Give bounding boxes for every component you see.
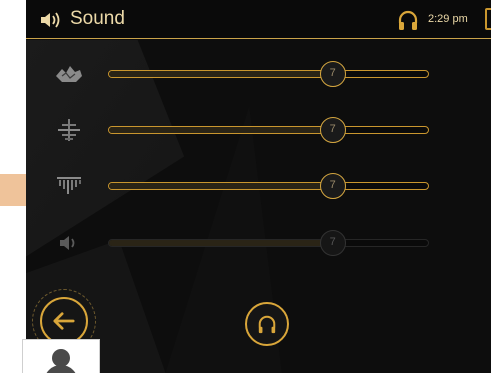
bass-slider-row: 7 [26,54,491,94]
background-page-strip [0,174,26,206]
page-title: Sound [70,8,125,29]
volume-slider-row: 7 [26,223,491,263]
slider-fill [109,127,333,133]
bass-slider-track[interactable] [108,70,429,78]
headphone-mode-button[interactable] [245,302,289,346]
volume-slider-track[interactable] [108,239,429,247]
bass-slider-handle[interactable]: 7 [319,61,346,87]
midrange-slider-track[interactable] [108,126,429,134]
midrange-slider-row: 7 [26,110,491,150]
treble-icon [57,177,81,194]
treble-slider-handle[interactable]: 7 [319,173,346,199]
back-button[interactable] [40,297,88,345]
sound-settings-screen: Sound 2:29 pm 7 7 7 7 [26,0,491,373]
headphone-icon [398,10,418,30]
back-arrow-icon [53,312,75,330]
speaker-icon [41,12,60,28]
battery-icon [485,8,491,30]
header-bar: Sound 2:29 pm [26,0,491,39]
slider-fill [109,183,333,189]
bass-icon [56,66,82,82]
volume-icon [60,236,75,250]
clock-time: 2:29 pm [428,13,468,25]
midrange-slider-handle[interactable]: 7 [319,117,346,143]
headphone-icon [258,315,276,334]
treble-slider-track[interactable] [108,182,429,190]
slider-fill [109,240,333,246]
treble-slider-row: 7 [26,166,491,206]
slider-fill [109,71,333,77]
avatar-body [44,365,78,373]
background-page-card [22,339,100,373]
midrange-icon [58,119,80,141]
volume-slider-handle[interactable]: 7 [319,230,346,256]
